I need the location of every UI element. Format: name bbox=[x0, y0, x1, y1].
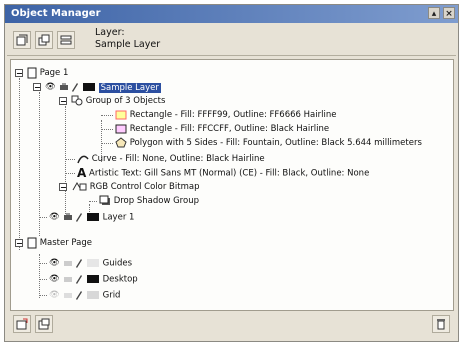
bottom-toolbar bbox=[7, 311, 456, 339]
tree-item-label: Drop Shadow Group bbox=[113, 196, 199, 206]
pencil-icon bbox=[76, 213, 83, 222]
tree-item-label: Desktop bbox=[102, 274, 138, 285]
tree-item-label: Rectangle - Fill: FFCCFF, Outline: Black… bbox=[129, 124, 330, 134]
collapse-icon[interactable]: − bbox=[59, 183, 67, 192]
toolbar: Layer: Sample Layer bbox=[7, 25, 456, 56]
tree-line bbox=[65, 106, 66, 218]
trash-icon bbox=[437, 319, 445, 330]
delete-button[interactable] bbox=[432, 315, 450, 333]
tree-item-label: Sample Layer bbox=[98, 82, 161, 93]
text-icon: A bbox=[77, 166, 87, 180]
object-properties-icon bbox=[16, 34, 28, 46]
rectangle-icon bbox=[115, 124, 127, 133]
layer-color-swatch bbox=[82, 83, 95, 91]
tree-item-label: Polygon with 5 Sides - Fill: Fountain, O… bbox=[129, 138, 422, 148]
eye-icon[interactable]: 👁 bbox=[45, 80, 56, 94]
pencil-icon bbox=[72, 83, 79, 92]
new-layer-icon bbox=[16, 318, 28, 330]
tree-line bbox=[19, 78, 20, 250]
printer-icon bbox=[63, 261, 72, 266]
eye-icon[interactable]: 👁 bbox=[49, 288, 60, 302]
layer-manager-icon bbox=[60, 35, 72, 45]
edit-across-layers-button[interactable] bbox=[35, 31, 53, 49]
pin-icon[interactable]: ▴ bbox=[428, 7, 440, 19]
layer-color-swatch bbox=[86, 275, 99, 283]
pencil-icon bbox=[76, 291, 83, 300]
layer-caption: Layer: bbox=[95, 27, 125, 38]
show-object-properties-button[interactable] bbox=[13, 31, 31, 49]
tree-item-label: Guides bbox=[102, 258, 132, 269]
tree-item-label: Page 1 bbox=[39, 68, 69, 78]
new-master-layer-icon bbox=[38, 318, 50, 330]
bitmap-icon bbox=[72, 182, 87, 191]
pencil-icon bbox=[76, 259, 83, 268]
edit-layers-icon bbox=[38, 34, 50, 46]
pencil-icon bbox=[76, 275, 83, 284]
eye-icon[interactable]: 👁 bbox=[49, 272, 60, 286]
tree-item-label: Group of 3 Objects bbox=[85, 96, 166, 106]
collapse-icon[interactable]: − bbox=[15, 239, 23, 248]
tree-item-label: Curve - Fill: None, Outline: Black Hairl… bbox=[91, 154, 265, 164]
layer-color-swatch bbox=[86, 291, 99, 299]
new-master-layer-button[interactable] bbox=[35, 315, 53, 333]
eye-icon[interactable]: 👁 bbox=[49, 210, 60, 224]
tree-line bbox=[39, 254, 40, 298]
tree-item-label: Master Page bbox=[39, 238, 93, 248]
window-title: Object Manager bbox=[11, 8, 101, 19]
collapse-icon[interactable]: − bbox=[15, 69, 23, 78]
tree-item-label: Artistic Text: Gill Sans MT (Normal) (CE… bbox=[89, 168, 370, 179]
close-icon[interactable]: × bbox=[443, 7, 455, 19]
printer-icon bbox=[63, 293, 72, 298]
tree-item-label: Layer 1 bbox=[102, 212, 135, 223]
layer-color-swatch bbox=[86, 259, 99, 267]
drop-shadow-icon bbox=[99, 195, 110, 205]
object-manager-window: Object Manager ▴ × Layer: Sample Layer − bbox=[4, 4, 459, 342]
layer-color-swatch bbox=[86, 213, 99, 221]
new-layer-button[interactable] bbox=[13, 315, 31, 333]
object-tree[interactable]: − Page 1 − 👁 Sample Layer − Group of 3 O… bbox=[10, 59, 454, 311]
layer-name: Sample Layer bbox=[95, 39, 161, 50]
title-bar[interactable]: Object Manager ▴ × bbox=[5, 5, 458, 23]
printer-icon bbox=[59, 83, 68, 90]
printer-icon bbox=[63, 213, 72, 220]
rectangle-icon bbox=[115, 110, 127, 119]
collapse-icon[interactable]: − bbox=[59, 97, 67, 106]
page-icon bbox=[27, 237, 37, 248]
tree-item-label: Rectangle - Fill: FFFF99, Outline: FF666… bbox=[129, 110, 337, 120]
eye-icon[interactable]: 👁 bbox=[49, 256, 60, 270]
collapse-icon[interactable]: − bbox=[33, 83, 41, 92]
group-icon bbox=[71, 95, 83, 106]
tree-item-label: Grid bbox=[102, 290, 121, 301]
layer-manager-view-button[interactable] bbox=[57, 31, 75, 49]
current-layer-info: Layer: Sample Layer bbox=[95, 27, 160, 51]
tree-line bbox=[39, 92, 40, 236]
curve-icon bbox=[77, 155, 89, 163]
tree-item-label: RGB Control Color Bitmap bbox=[89, 182, 200, 192]
printer-icon bbox=[63, 277, 72, 282]
polygon-icon bbox=[115, 137, 127, 148]
page-icon bbox=[27, 67, 37, 78]
